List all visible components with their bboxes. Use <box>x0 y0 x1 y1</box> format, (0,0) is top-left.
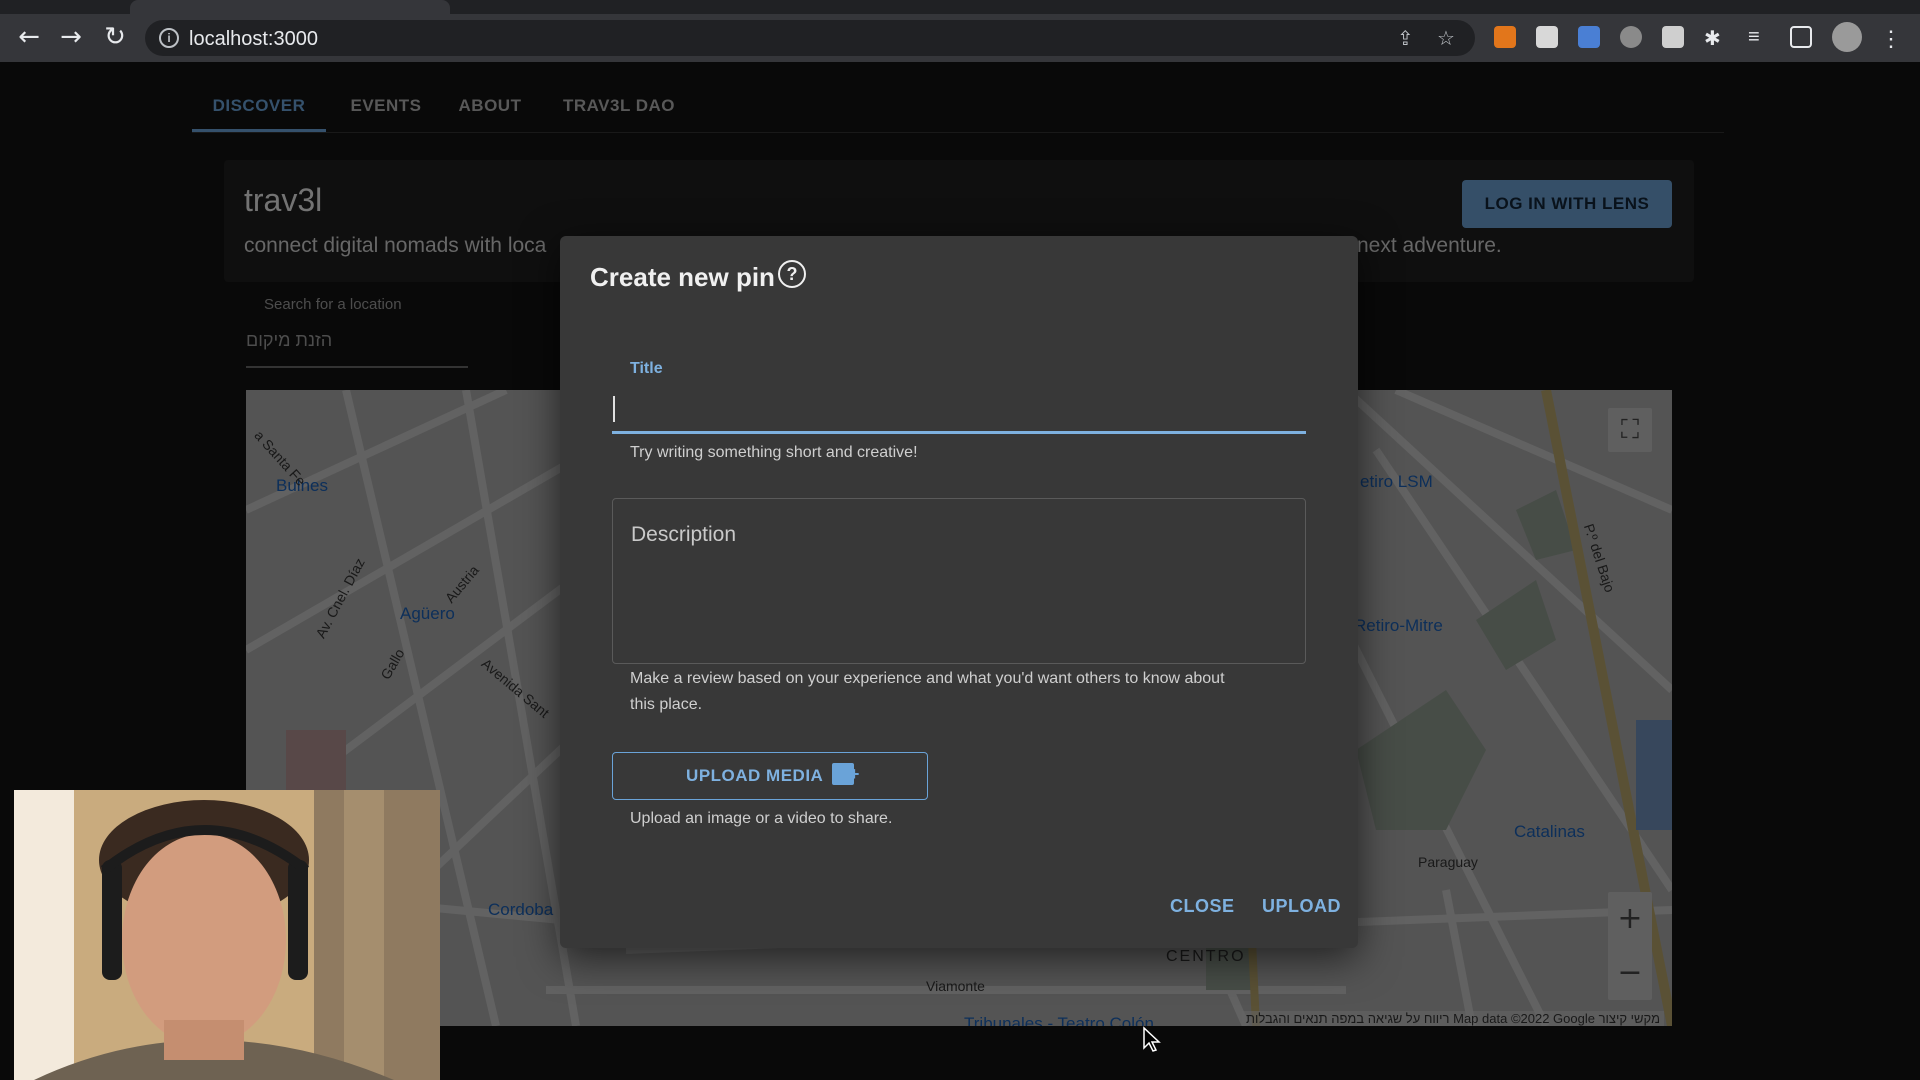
metamask-extension-icon[interactable] <box>1494 26 1516 48</box>
extension-circle-icon[interactable] <box>1620 26 1642 48</box>
back-icon[interactable]: ← <box>14 22 44 52</box>
description-placeholder: Description <box>631 523 737 546</box>
mouse-cursor-icon <box>1143 1026 1161 1052</box>
puzzle-extensions-icon[interactable]: ✱ <box>1704 26 1726 50</box>
webcam-overlay <box>14 790 440 1080</box>
title-helper-text: Try writing something short and creative… <box>630 444 918 461</box>
add-photo-icon <box>831 751 860 797</box>
more-menu-icon[interactable]: ⋮ <box>1880 26 1902 51</box>
browser-active-tab[interactable] <box>130 0 450 14</box>
bookmark-star-icon[interactable]: ☆ <box>1437 26 1455 50</box>
upload-button[interactable]: UPLOAD <box>1262 896 1341 917</box>
profile-avatar[interactable] <box>1832 22 1862 52</box>
upload-media-helper: Upload an image or a video to share. <box>630 810 893 827</box>
browser-toolbar: ← → ↻ i localhost:3000 ⇪ ☆ ✱ ≡ ⋮ <box>0 0 1920 62</box>
text-caret <box>613 396 615 422</box>
description-helper-line1: Make a review based on your experience a… <box>630 670 1225 687</box>
upload-media-button[interactable]: UPLOAD MEDIA <box>612 751 928 800</box>
browser-tabstrip <box>0 0 1920 14</box>
title-field-label: Title <box>630 360 663 377</box>
webcam-person-image <box>14 790 440 1080</box>
translate-extension-icon[interactable] <box>1578 26 1600 48</box>
url-text[interactable]: localhost:3000 <box>189 28 318 51</box>
side-panel-icon[interactable] <box>1790 26 1812 48</box>
dialog-title: Create new pin <box>590 262 775 292</box>
upload-media-label: UPLOAD MEDIA <box>686 766 823 785</box>
description-input[interactable]: Description <box>612 498 1306 664</box>
forward-icon[interactable]: → <box>56 22 86 52</box>
extension-icon[interactable] <box>1536 26 1558 48</box>
share-icon[interactable]: ⇪ <box>1397 26 1414 50</box>
create-pin-dialog: Create new pin ? Title Try writing somet… <box>560 236 1358 948</box>
description-helper-line2: this place. <box>630 696 703 713</box>
reload-icon[interactable]: ↻ <box>100 22 130 52</box>
extension-doc-icon[interactable] <box>1662 26 1684 48</box>
info-icon[interactable]: i <box>159 28 179 48</box>
help-icon[interactable]: ? <box>778 260 806 288</box>
title-input[interactable] <box>612 384 1306 434</box>
address-bar[interactable]: i localhost:3000 ⇪ ☆ <box>145 20 1475 56</box>
close-button[interactable]: CLOSE <box>1170 896 1235 917</box>
media-queue-icon[interactable]: ≡ <box>1748 26 1770 48</box>
